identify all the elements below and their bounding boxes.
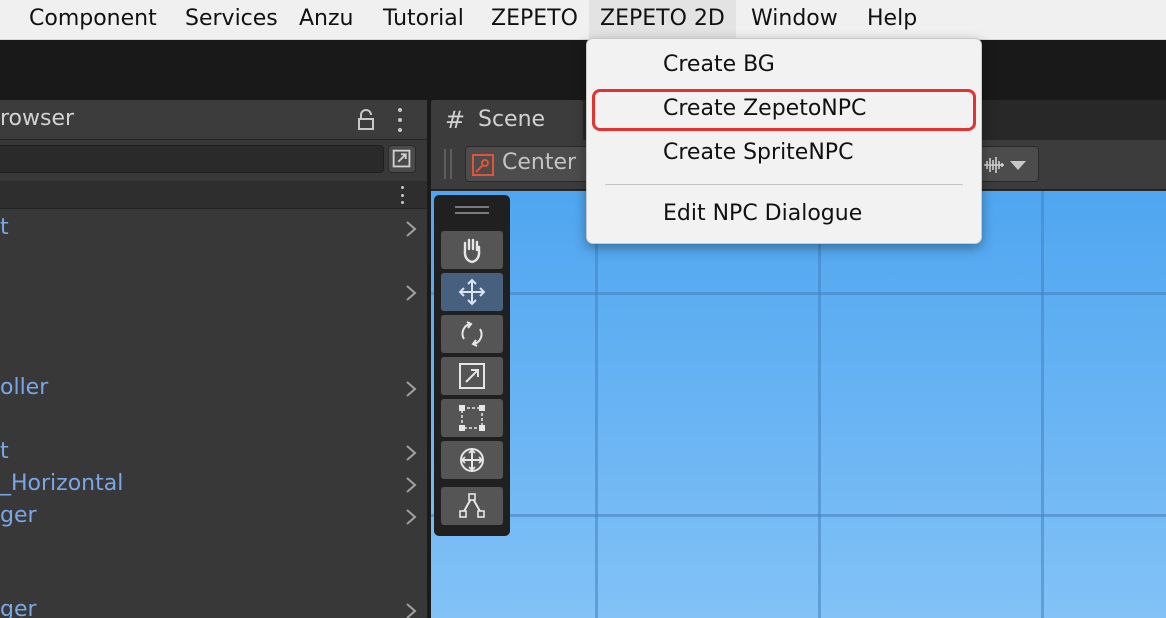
- menu-item-label: Edit NPC Dialogue: [663, 201, 863, 226]
- transform-tool-button[interactable]: [441, 441, 503, 479]
- menu-services[interactable]: Services: [174, 0, 289, 40]
- menu-tutorial[interactable]: Tutorial: [372, 0, 475, 40]
- list-item-label: _Horizontal: [0, 471, 124, 496]
- chevron-right-icon: [406, 603, 417, 618]
- browser-panel: rowser t oller t _Horizontal ger ger: [0, 100, 427, 618]
- overlay-grip-icon[interactable]: [455, 206, 489, 214]
- chevron-right-icon: [406, 477, 417, 493]
- list-item-label: ger: [0, 597, 37, 618]
- menu-item-label: Create BG: [663, 52, 775, 77]
- tools-overlay: [434, 195, 510, 536]
- grid-line: [431, 514, 1166, 517]
- search-row: [0, 141, 427, 181]
- hand-tool-button[interactable]: [441, 231, 503, 269]
- audio-waveform-icon: [984, 157, 1004, 173]
- tab-scene[interactable]: # Scene: [431, 100, 583, 140]
- menu-item-label: Create SpriteNPC: [663, 140, 854, 165]
- list-menu-icon[interactable]: [398, 186, 406, 204]
- list-header: [0, 181, 427, 209]
- list-item[interactable]: ger: [0, 501, 427, 533]
- chevron-right-icon: [406, 221, 417, 237]
- list-item-label: oller: [0, 375, 49, 400]
- pivot-icon: [472, 154, 494, 176]
- lock-icon[interactable]: [356, 109, 376, 131]
- tab-scene-label: Scene: [478, 107, 546, 132]
- grid-icon: #: [445, 106, 466, 134]
- menu-item-create-bg[interactable]: Create BG: [592, 45, 976, 87]
- panel-header: rowser: [0, 100, 427, 140]
- chevron-down-icon: [1010, 161, 1026, 170]
- expand-icon: [392, 149, 411, 168]
- main-toolbar: [0, 40, 1166, 100]
- menu-item-create-spritenpc[interactable]: Create SpriteNPC: [592, 133, 976, 175]
- move-icon: [458, 278, 486, 306]
- menu-item-label: Create ZepetoNPC: [663, 96, 867, 121]
- toolbar-grip-icon[interactable]: [444, 149, 452, 179]
- panel-title: rowser: [0, 106, 75, 131]
- search-options-button[interactable]: [388, 145, 416, 173]
- menu-item-create-zepetonpc[interactable]: Create ZepetoNPC: [592, 89, 976, 131]
- scale-icon: [459, 363, 485, 389]
- grid-line: [818, 191, 821, 618]
- menu-item-edit-npc-dialogue[interactable]: Edit NPC Dialogue: [592, 194, 976, 236]
- transform-icon: [460, 448, 484, 472]
- list-item[interactable]: oller: [0, 373, 427, 405]
- panel-menu-icon[interactable]: [396, 108, 404, 132]
- chevron-right-icon: [406, 445, 417, 461]
- pivot-mode-button[interactable]: Center: [465, 146, 595, 182]
- scene-viewport[interactable]: [431, 191, 1166, 618]
- zepeto-2d-dropdown: Create BG Create ZepetoNPC Create Sprite…: [586, 38, 982, 244]
- list-item[interactable]: t: [0, 213, 427, 245]
- rotate-icon: [461, 321, 483, 347]
- menu-help[interactable]: Help: [856, 0, 928, 40]
- chevron-right-icon: [406, 509, 417, 525]
- custom-tool-icon: [459, 493, 485, 518]
- list-item[interactable]: ger: [0, 595, 427, 618]
- move-tool-button[interactable]: [441, 273, 503, 311]
- chevron-right-icon: [406, 285, 417, 301]
- menu-separator: [605, 184, 963, 185]
- chevron-right-icon: [406, 381, 417, 397]
- list-item[interactable]: t: [0, 437, 427, 469]
- menu-zepeto[interactable]: ZEPETO: [480, 0, 589, 40]
- scale-tool-button[interactable]: [441, 357, 503, 395]
- menu-window[interactable]: Window: [740, 0, 849, 40]
- menu-anzu[interactable]: Anzu: [288, 0, 364, 40]
- grid-line: [431, 292, 1166, 295]
- list-item-label: ger: [0, 503, 37, 528]
- grid-line: [1041, 191, 1044, 618]
- grid-line: [595, 191, 598, 618]
- pivot-mode-label: Center: [502, 150, 577, 175]
- list-item[interactable]: [0, 277, 427, 309]
- list-item-label: t: [0, 215, 9, 240]
- rotate-tool-button[interactable]: [441, 315, 503, 353]
- audio-toggle-button[interactable]: [977, 146, 1039, 182]
- hand-icon: [463, 238, 481, 264]
- list-item[interactable]: _Horizontal: [0, 469, 427, 501]
- menu-zepeto-2d[interactable]: ZEPETO 2D: [589, 0, 736, 40]
- list-item-label: t: [0, 439, 9, 464]
- menu-component[interactable]: Component: [18, 0, 168, 40]
- menu-bar: Component Services Anzu Tutorial ZEPETO …: [0, 0, 1166, 40]
- rect-transform-icon: [459, 405, 485, 431]
- rect-tool-button[interactable]: [441, 399, 503, 437]
- custom-tool-button[interactable]: [441, 487, 503, 525]
- search-input[interactable]: [0, 145, 384, 173]
